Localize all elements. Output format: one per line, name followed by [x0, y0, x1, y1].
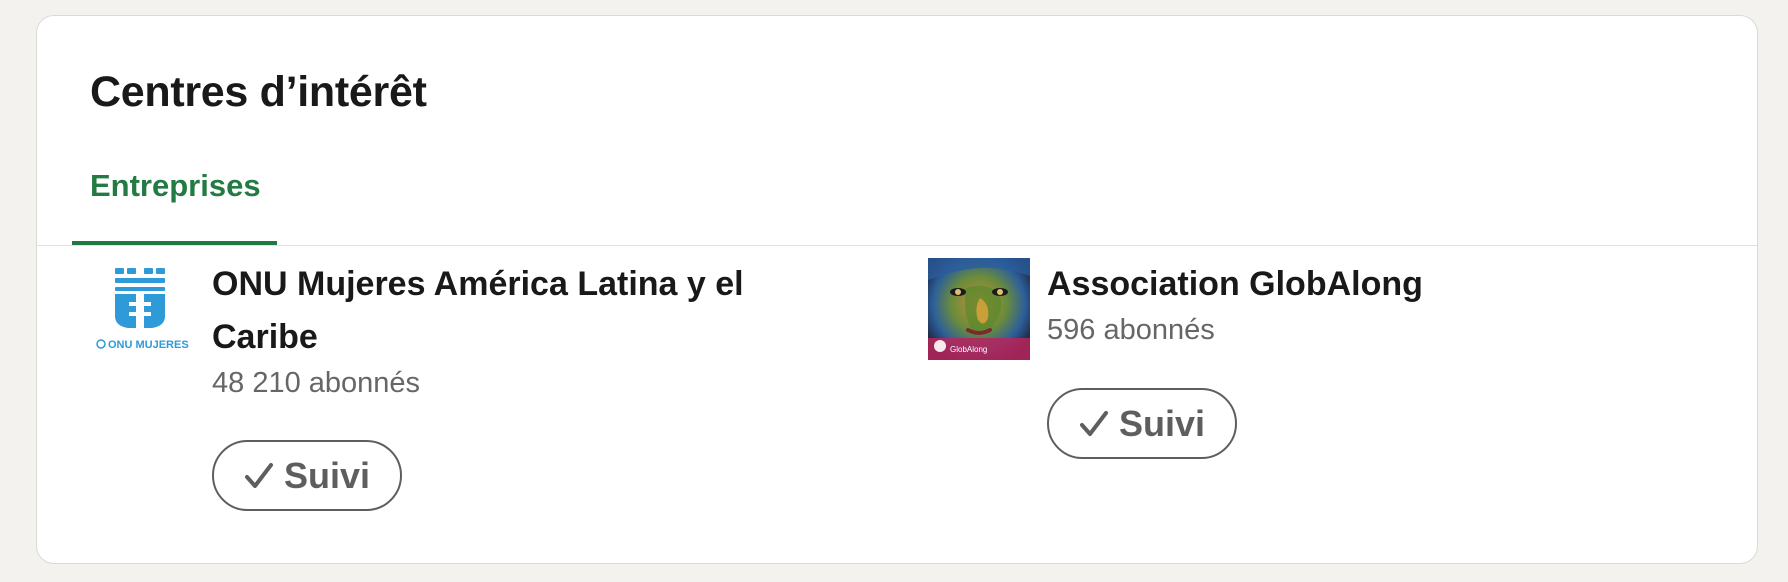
following-button[interactable]: Suivi	[212, 440, 402, 511]
entity-info: Association GlobAlong 596 abonnés Suivi	[1047, 258, 1687, 459]
globalong-face-image: GlobAlong	[928, 258, 1030, 360]
tab-entreprises[interactable]: Entreprises	[72, 156, 277, 245]
entity-info: ONU Mujeres América Latina y el Caribe 4…	[212, 258, 852, 511]
checkmark-icon	[244, 461, 274, 491]
tab-label: Entreprises	[90, 168, 261, 203]
interests-card: Centres d’intérêt Entreprises ONU MUJERE…	[36, 15, 1758, 564]
card-title: Centres d’intérêt	[90, 68, 427, 116]
entity-name-link[interactable]: Association GlobAlong	[1047, 258, 1687, 311]
following-button-label: Suivi	[283, 454, 371, 496]
follower-count: 48 210 abonnés	[212, 367, 421, 399]
following-button-label: Suivi	[1118, 402, 1206, 444]
tab-bar: Entreprises	[37, 156, 1757, 246]
checkmark-icon	[1079, 409, 1109, 439]
svg-text:GlobAlong: GlobAlong	[950, 345, 987, 354]
onu-mujeres-logo-icon: ONU MUJERES	[96, 268, 189, 351]
following-button[interactable]: Suivi	[1047, 388, 1237, 459]
entity-name-link[interactable]: ONU Mujeres América Latina y el Caribe	[212, 258, 802, 364]
svg-text:ONU MUJERES: ONU MUJERES	[108, 339, 189, 351]
company-logo-globalong[interactable]: GlobAlong	[928, 258, 1030, 360]
follower-count: 596 abonnés	[1047, 314, 1215, 346]
company-logo-onu-mujeres[interactable]: ONU MUJERES	[89, 258, 191, 360]
